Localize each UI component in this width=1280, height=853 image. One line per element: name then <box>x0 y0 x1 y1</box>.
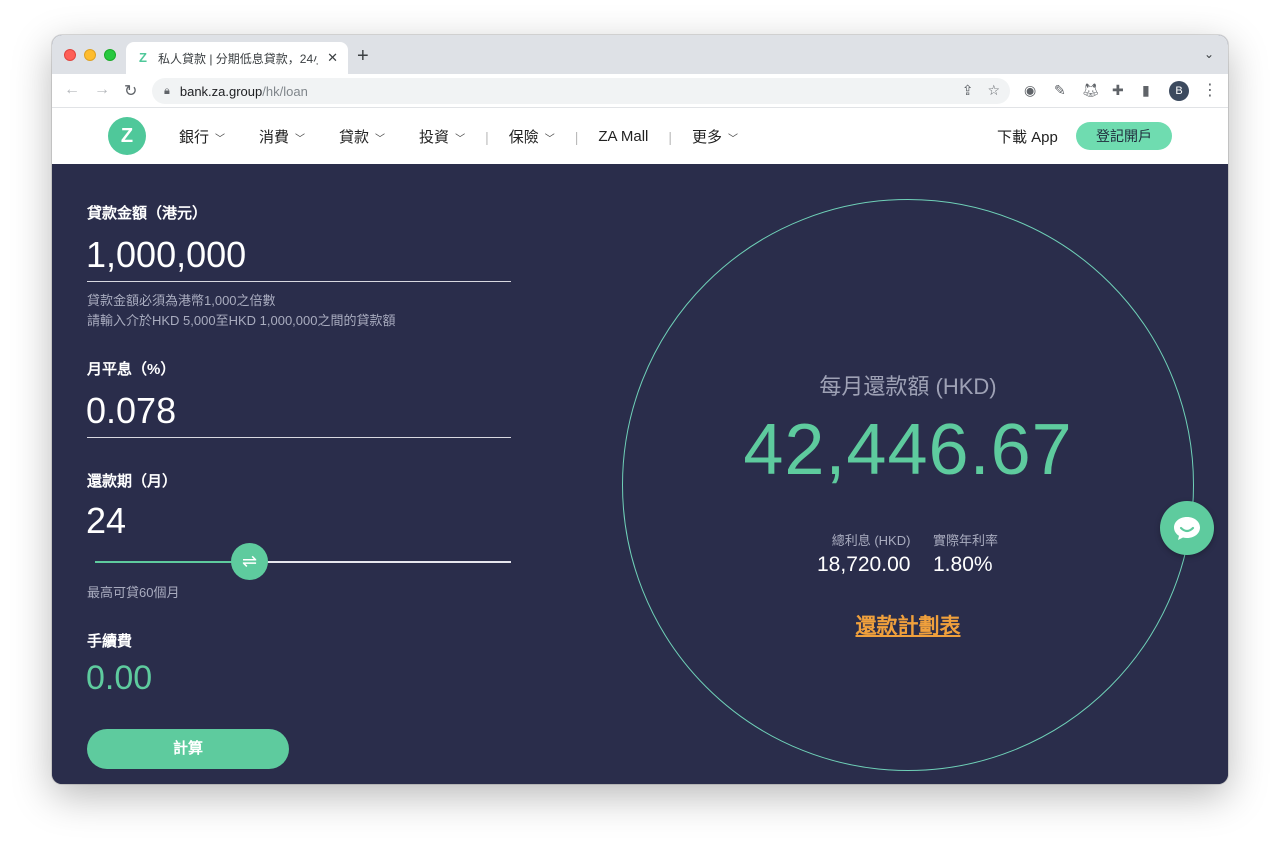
register-button[interactable]: 登記開戶 <box>1076 122 1172 150</box>
new-tab-icon[interactable]: + <box>357 45 369 68</box>
back-icon[interactable]: ← <box>64 81 80 99</box>
fee-label: 手續費 <box>87 633 133 650</box>
chevron-down-icon: ﹀ <box>215 134 226 145</box>
download-app-link[interactable]: 下載 App <box>997 126 1058 147</box>
monthly-rate-underline <box>87 437 511 438</box>
eyedropper-extension-icon[interactable]: ✎ <box>1054 82 1066 99</box>
tab-strip: Z 私人貸款 | 分期低息貸款，24小時 ✕ + ⌄ <box>52 35 1228 74</box>
nav-item-bank[interactable]: 銀行 ﹀ <box>179 126 225 147</box>
total-interest-stat: 總利息 (HKD) 18,720.00 <box>817 530 910 577</box>
term-value[interactable]: 24 <box>86 500 126 542</box>
loan-amount-input[interactable]: 1,000,000 <box>86 234 246 276</box>
site-header: Z 銀行 ﹀ 消費 ﹀ 貸款 ﹀ 投資 ﹀ | 保險 ﹀ | ZA Mall | 更多 ﹀ … <box>52 108 1228 164</box>
fee-value: 0.00 <box>86 659 153 697</box>
address-bar[interactable]: 🔒︎ bank.za.group /hk/loan ⇪ ☆ <box>152 78 1010 104</box>
chevron-down-icon: ﹀ <box>544 134 555 145</box>
nav-item-za-mall[interactable]: ZA Mall <box>598 128 648 145</box>
camera-extension-icon[interactable]: ◉ <box>1024 82 1036 99</box>
chevron-down-icon: ﹀ <box>728 134 739 145</box>
main-menu: 銀行 ﹀ 消費 ﹀ 貸款 ﹀ 投資 ﹀ | 保險 ﹀ | ZA Mall | 更多 ﹀ <box>179 126 772 147</box>
maximize-window-button[interactable] <box>104 49 116 61</box>
profile-avatar[interactable]: B <box>1169 81 1189 101</box>
loan-calculator: 貸款金額（港元） 1,000,000 貸款金額必須為港幣1,000之倍數 請輸入… <box>52 164 1228 784</box>
tab-title: 私人貸款 | 分期低息貸款，24小時 <box>158 51 318 66</box>
monthly-rate-input[interactable]: 0.078 <box>86 390 176 432</box>
tab-search-chevron-icon[interactable]: ⌄ <box>1204 47 1214 61</box>
monthly-repayment-value: 42,446.67 <box>743 410 1073 490</box>
extensions-puzzle-icon[interactable]: ✚ <box>1112 82 1124 99</box>
browser-toolbar: ← → ↻ 🔒︎ bank.za.group /hk/loan ⇪ ☆ ◉ ✎ … <box>52 74 1228 108</box>
side-panel-icon[interactable]: ▮ <box>1142 82 1150 99</box>
calculate-button[interactable]: 計算 <box>87 729 289 769</box>
za-favicon-icon: Z <box>139 50 147 65</box>
apr-label: 實際年利率 <box>933 533 999 548</box>
loan-amount-range-hint: 請輸入介於HKD 5,000至HKD 1,000,000之間的貸款額 <box>87 313 396 328</box>
bookmark-star-icon[interactable]: ☆ <box>987 82 1000 99</box>
chevron-down-icon: ﹀ <box>375 134 386 145</box>
lock-icon[interactable]: 🔒︎ <box>164 85 170 98</box>
browser-menu-icon[interactable]: ⋮ <box>1202 80 1218 100</box>
browser-window: Z 私人貸款 | 分期低息貸款，24小時 ✕ + ⌄ ← → ↻ 🔒︎ bank… <box>52 35 1228 784</box>
za-logo[interactable]: Z <box>108 117 146 155</box>
close-window-button[interactable] <box>64 49 76 61</box>
url-path: /hk/loan <box>262 83 308 99</box>
forward-icon[interactable]: → <box>94 81 110 99</box>
loan-amount-underline <box>87 281 511 282</box>
menu-divider: | <box>668 128 673 145</box>
chat-bubble-icon <box>1174 517 1200 540</box>
term-hint: 最高可貸60個月 <box>87 585 180 600</box>
term-slider-fill <box>95 561 249 563</box>
share-icon[interactable]: ⇪ <box>962 82 974 99</box>
apr-value: 1.80% <box>933 553 993 576</box>
loan-amount-hint: 貸款金額必須為港幣1,000之倍數 <box>87 293 276 308</box>
term-slider-handle-icon[interactable]: ⇌ <box>231 543 268 580</box>
reload-icon[interactable]: ↻ <box>124 81 137 101</box>
tab-close-icon[interactable]: ✕ <box>327 50 338 66</box>
repayment-schedule-link[interactable]: 還款計劃表 <box>622 610 1194 640</box>
loan-amount-label: 貸款金額（港元） <box>87 205 208 222</box>
fox-extension-icon[interactable]: 🦊︎ <box>1082 82 1100 99</box>
nav-item-spend[interactable]: 消費 ﹀ <box>259 126 305 147</box>
chevron-down-icon: ﹀ <box>455 134 466 145</box>
url-host: bank.za.group <box>179 83 263 99</box>
nav-item-more[interactable]: 更多 ﹀ <box>692 126 738 147</box>
menu-divider: | <box>485 128 489 145</box>
total-interest-label: 總利息 (HKD) <box>831 533 911 548</box>
term-label: 還款期（月） <box>87 473 178 490</box>
browser-tab[interactable]: Z 私人貸款 | 分期低息貸款，24小時 ✕ <box>126 42 348 74</box>
nav-item-invest[interactable]: 投資 ﹀ <box>419 126 465 147</box>
monthly-rate-label: 月平息（%） <box>87 361 176 378</box>
menu-divider: | <box>574 128 579 145</box>
apr-stat: 實際年利率 1.80% <box>933 530 998 577</box>
chat-button[interactable] <box>1160 501 1214 555</box>
monthly-repayment-label: 每月還款額 (HKD) <box>819 374 997 399</box>
nav-item-loan[interactable]: 貸款 ﹀ <box>339 126 385 147</box>
total-interest-value: 18,720.00 <box>817 553 911 576</box>
term-slider[interactable]: ⇌ <box>95 543 511 580</box>
chevron-down-icon: ﹀ <box>295 134 306 145</box>
minimize-window-button[interactable] <box>84 49 96 61</box>
nav-item-insurance[interactable]: 保險 ﹀ <box>509 126 555 147</box>
